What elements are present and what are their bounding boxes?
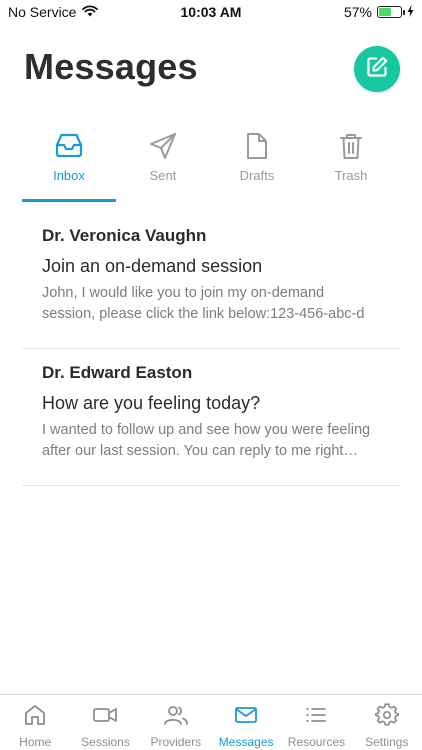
message-preview: I wanted to follow up and see how you we… (42, 422, 371, 459)
document-icon (245, 132, 269, 164)
battery-percent: 57% (343, 4, 372, 20)
charging-icon (407, 4, 414, 20)
nav-home[interactable]: Home (0, 695, 70, 750)
nav-label: Providers (150, 735, 202, 749)
tab-label: Inbox (53, 168, 85, 183)
message-item[interactable]: Dr. Edward Easton How are you feeling to… (22, 349, 400, 486)
people-icon (163, 703, 189, 732)
message-sender: Dr. Edward Easton (42, 363, 193, 382)
nav-label: Sessions (81, 735, 130, 749)
nav-label: Resources (287, 735, 346, 749)
tab-label: Drafts (239, 168, 275, 183)
battery-icon (377, 6, 405, 18)
list-icon (304, 703, 328, 732)
nav-providers[interactable]: Providers (141, 695, 211, 750)
nav-sessions[interactable]: Sessions (70, 695, 140, 750)
message-list: Dr. Veronica Vaughn Join an on-demand se… (22, 212, 400, 486)
nav-settings[interactable]: Settings (352, 695, 422, 750)
bottom-nav: Home Sessions Providers Messages Resourc… (0, 694, 422, 750)
carrier-label: No Service (8, 4, 77, 20)
compose-icon (365, 55, 389, 84)
tab-drafts[interactable]: Drafts (210, 132, 304, 202)
message-sender: Dr. Veronica Vaughn (42, 226, 207, 245)
nav-resources[interactable]: Resources (281, 695, 351, 750)
tab-label: Sent (149, 168, 177, 183)
gear-icon (374, 703, 400, 732)
message-subject: How are you feeling today? (42, 393, 261, 413)
message-item[interactable]: Dr. Veronica Vaughn Join an on-demand se… (22, 212, 400, 349)
tab-label: Trash (334, 168, 368, 183)
compose-button[interactable] (354, 46, 400, 92)
nav-label: Messages (218, 735, 274, 749)
inbox-icon (55, 132, 83, 164)
mail-icon (234, 703, 258, 732)
nav-messages[interactable]: Messages (211, 695, 281, 750)
home-icon (23, 703, 47, 732)
tab-trash[interactable]: Trash (304, 132, 398, 202)
trash-icon (339, 132, 363, 164)
tab-inbox[interactable]: Inbox (22, 132, 116, 202)
message-preview: John, I would like you to join my on-dem… (42, 285, 365, 322)
nav-label: Settings (365, 735, 409, 749)
message-subject: Join an on-demand session (42, 256, 263, 276)
status-left: No Service (8, 4, 99, 20)
wifi-icon (82, 4, 99, 20)
send-icon (149, 132, 177, 164)
status-right: 57% (344, 4, 414, 20)
nav-label: Home (19, 735, 52, 749)
tab-sent[interactable]: Sent (116, 132, 210, 202)
folder-tabs: Inbox Sent Drafts Trash (22, 132, 398, 202)
status-bar: No Service 10:03 AM 57% (0, 0, 422, 24)
page-title: Messages (24, 46, 198, 87)
video-camera-icon (92, 703, 118, 732)
battery-fill (379, 8, 391, 16)
